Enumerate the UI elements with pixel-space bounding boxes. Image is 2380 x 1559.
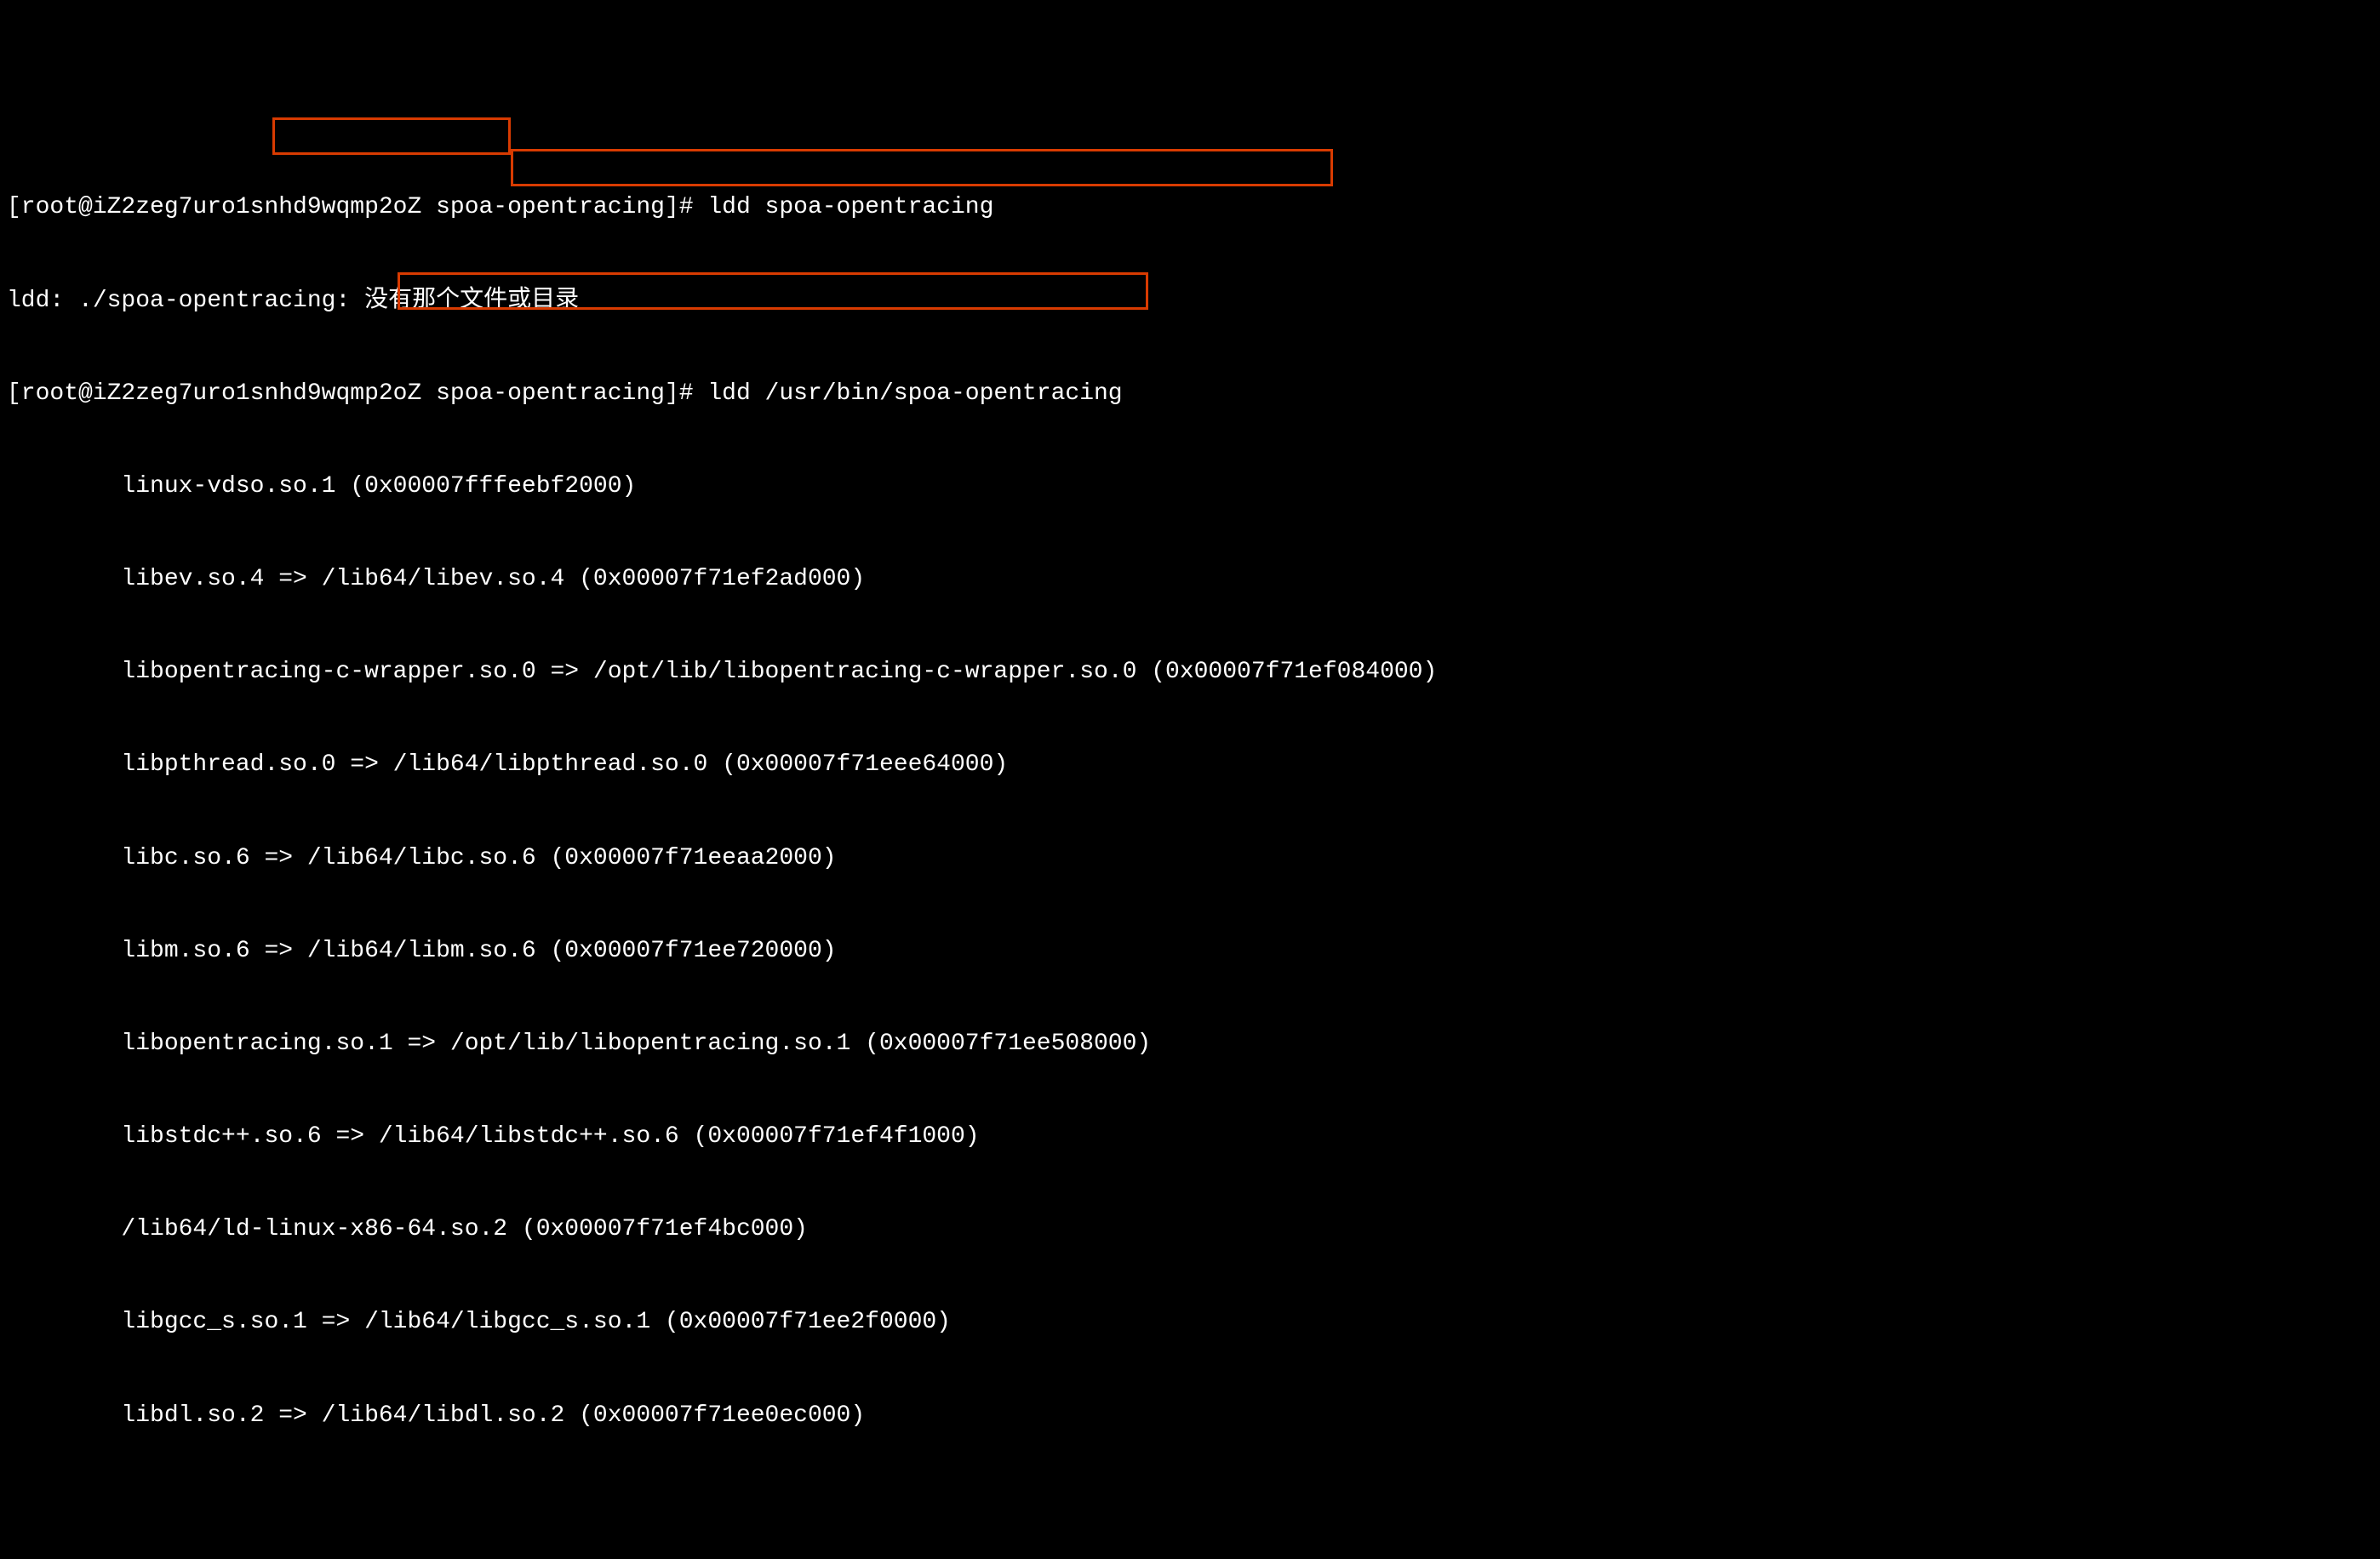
ldd-error-output: ldd: ./spoa-opentracing: 没有那个文件或目录 <box>7 286 2373 317</box>
ldd-output-libdl: libdl.so.2 => /lib64/libdl.so.2 (0x00007… <box>7 1401 2373 1431</box>
ldd-output-opentracing: libopentracing.so.1 => /opt/lib/libopent… <box>7 1029 2373 1059</box>
ldd-output-vdso: linux-vdso.so.1 (0x00007fffeebf2000) <box>7 471 2373 502</box>
command-line-2: [root@iZ2zeg7uro1snhd9wqmp2oZ spoa-opent… <box>7 379 2373 409</box>
ldd-output-libc: libc.so.6 => /lib64/libc.so.6 (0x00007f7… <box>7 843 2373 874</box>
ldd-output-stdcpp: libstdc++.so.6 => /lib64/libstdc++.so.6 … <box>7 1122 2373 1152</box>
ldd-output-gcc: libgcc_s.so.1 => /lib64/libgcc_s.so.1 (0… <box>7 1307 2373 1338</box>
ldd-output-opentracing-wrapper: libopentracing-c-wrapper.so.0 => /opt/li… <box>7 657 2373 688</box>
command-line-1: [root@iZ2zeg7uro1snhd9wqmp2oZ spoa-opent… <box>7 192 2373 223</box>
ldd-output-pthread: libpthread.so.0 => /lib64/libpthread.so.… <box>7 750 2373 780</box>
ldd-output-libev: libev.so.4 => /lib64/libev.so.4 (0x00007… <box>7 564 2373 595</box>
ldd-output-ld-linux: /lib64/ld-linux-x86-64.so.2 (0x00007f71e… <box>7 1214 2373 1245</box>
terminal-output: [root@iZ2zeg7uro1snhd9wqmp2oZ spoa-opent… <box>7 131 2373 1463</box>
ldd-output-libm: libm.so.6 => /lib64/libm.so.6 (0x00007f7… <box>7 936 2373 967</box>
